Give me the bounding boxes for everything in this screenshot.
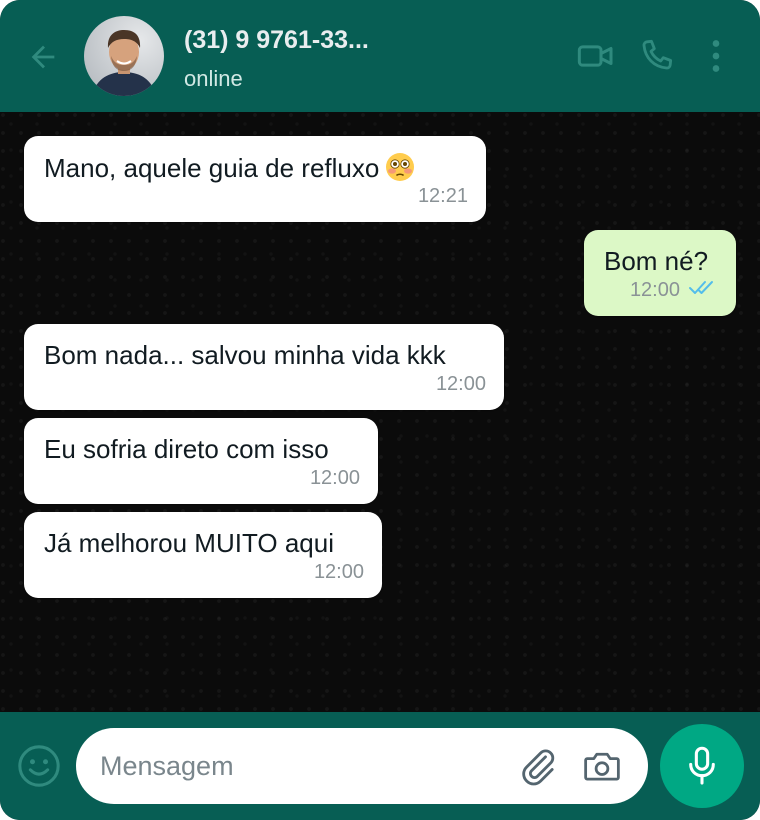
contact-avatar[interactable] bbox=[84, 16, 164, 96]
more-options-icon[interactable] bbox=[696, 36, 736, 76]
chat-window: (31) 9 9761-33... online Mano, aquele gu… bbox=[0, 0, 760, 820]
mic-icon bbox=[689, 746, 715, 785]
message-input[interactable] bbox=[100, 746, 500, 786]
emoji-icon[interactable] bbox=[16, 743, 62, 789]
message-text: Mano, aquele guia de refluxo bbox=[44, 152, 415, 184]
message-bubble-incoming[interactable]: Bom nada... salvou minha vida kkk 12:00 bbox=[24, 324, 504, 410]
chat-header: (31) 9 9761-33... online bbox=[0, 0, 760, 112]
read-receipt-icon bbox=[689, 281, 713, 294]
message-time: 12:00 bbox=[313, 561, 364, 583]
camera-icon[interactable] bbox=[582, 748, 622, 784]
message-input-container bbox=[76, 728, 648, 804]
message-text-content: Mano, aquele guia de refluxo bbox=[44, 153, 380, 183]
contact-status: online bbox=[184, 66, 243, 91]
back-arrow-icon[interactable] bbox=[26, 40, 60, 74]
message-text: Já melhorou MUITO aqui bbox=[44, 528, 334, 558]
message-text: Eu sofria direto com isso bbox=[44, 434, 329, 464]
message-time: 12:21 bbox=[417, 185, 468, 207]
message-bubble-incoming[interactable]: Eu sofria direto com isso 12:00 bbox=[24, 418, 378, 504]
message-time: 12:00 bbox=[309, 467, 360, 489]
message-text: Bom né? bbox=[604, 246, 709, 276]
flushed-face-emoji-icon bbox=[386, 153, 415, 181]
message-list[interactable]: Mano, aquele guia de refluxo 12:21 Bom n… bbox=[0, 112, 760, 712]
video-call-icon[interactable] bbox=[576, 36, 616, 76]
message-bubble-incoming[interactable]: Já melhorou MUITO aqui 12:00 bbox=[24, 512, 382, 598]
message-bubble-outgoing[interactable]: Bom né? 12:00 bbox=[584, 230, 736, 316]
contact-name[interactable]: (31) 9 9761-33... bbox=[184, 26, 369, 55]
attach-icon[interactable] bbox=[518, 746, 558, 786]
voice-message-button[interactable] bbox=[660, 724, 744, 808]
message-text: Bom nada... salvou minha vida kkk bbox=[44, 340, 446, 370]
message-bubble-incoming[interactable]: Mano, aquele guia de refluxo 12:21 bbox=[24, 136, 486, 222]
message-time: 12:00 bbox=[435, 373, 486, 395]
phone-call-icon[interactable] bbox=[636, 36, 676, 76]
message-time: 12:00 bbox=[629, 279, 680, 301]
